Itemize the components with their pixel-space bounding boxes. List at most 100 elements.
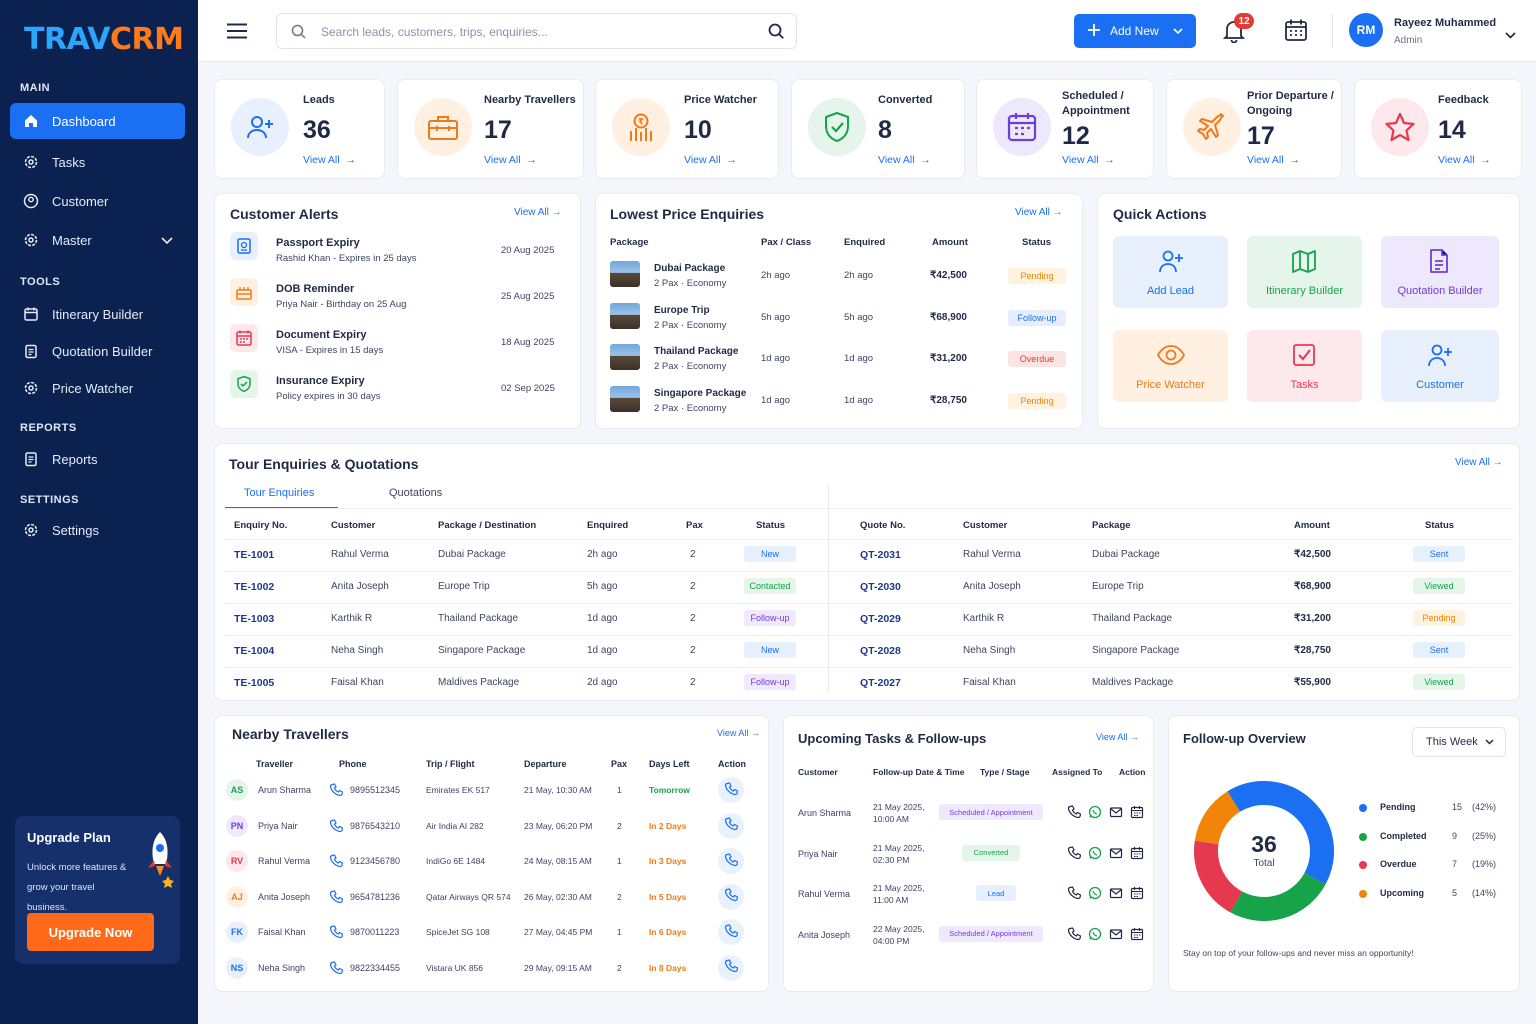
sidebar-item-reports[interactable]: Reports [10, 441, 185, 477]
sidebar-item-tasks[interactable]: Tasks [10, 144, 185, 180]
alert-title[interactable]: DOB Reminder [276, 283, 354, 295]
tab-quotations[interactable]: Quotations [389, 487, 442, 499]
calendar-icon[interactable] [1130, 846, 1144, 863]
quote-number-link[interactable]: QT-2028 [860, 645, 901, 657]
view-all-link[interactable]: View All → [1247, 154, 1300, 166]
mail-icon[interactable] [1109, 927, 1123, 944]
donut-segment-completed[interactable] [1230, 872, 1326, 921]
add-new-button[interactable]: Add New [1074, 14, 1196, 48]
enquiry-number-link[interactable]: TE-1003 [234, 613, 274, 625]
donut-segment-upcoming[interactable] [1194, 791, 1241, 845]
quote-number-link[interactable]: QT-2029 [860, 613, 901, 625]
search-input[interactable]: Search leads, customers, trips, enquirie… [276, 13, 797, 49]
package-name[interactable]: Singapore Package [654, 388, 746, 399]
stat-card-leads[interactable]: Leads 36 View All → [214, 79, 385, 179]
whatsapp-icon[interactable] [1088, 886, 1102, 903]
sidebar-item-dashboard[interactable]: Dashboard [10, 103, 185, 139]
alert-title[interactable]: Passport Expiry [276, 237, 360, 249]
quick-action-quotation-builder[interactable]: Quotation Builder [1381, 236, 1499, 308]
quick-action-customer[interactable]: Customer [1381, 330, 1499, 402]
quote-number-link[interactable]: QT-2031 [860, 549, 901, 561]
package-name[interactable]: Dubai Package [654, 263, 725, 274]
sidebar-item-settings[interactable]: Settings [10, 512, 185, 548]
tab-tour-enquiries[interactable]: Tour Enquiries [244, 487, 314, 499]
chevron-down-icon[interactable] [1505, 28, 1516, 42]
quick-action-itinerary-builder[interactable]: Itinerary Builder [1247, 236, 1362, 308]
upgrade-now-button[interactable]: Upgrade Now [27, 913, 154, 951]
enquiry-number-link[interactable]: TE-1001 [234, 549, 274, 561]
search-submit-icon[interactable] [768, 23, 785, 43]
call-button[interactable] [718, 954, 744, 981]
view-all-link[interactable]: View All → [1096, 732, 1139, 742]
mail-icon[interactable] [1109, 846, 1123, 863]
alert-title[interactable]: Document Expiry [276, 329, 366, 341]
view-all-link[interactable]: View All → [514, 207, 562, 218]
view-all-link[interactable]: View All → [484, 154, 537, 166]
donut-segment-overdue[interactable] [1194, 840, 1243, 913]
calendar-icon[interactable] [1130, 886, 1144, 903]
enquiry-number-link[interactable]: TE-1005 [234, 677, 274, 689]
sidebar-item-master[interactable]: Master [10, 222, 185, 258]
hamburger-menu-icon[interactable] [226, 23, 248, 42]
traveller-name[interactable]: Anita Joseph [258, 892, 310, 902]
avatar[interactable]: RM [1349, 13, 1383, 47]
call-button[interactable] [718, 777, 744, 803]
view-all-link[interactable]: View All → [1062, 154, 1115, 166]
task-customer[interactable]: Rahul Verma [798, 889, 850, 899]
task-customer[interactable]: Anita Joseph [798, 930, 850, 940]
call-button[interactable] [718, 883, 744, 910]
traveller-name[interactable]: Arun Sharma [258, 785, 311, 795]
view-all-link[interactable]: View All → [878, 154, 931, 166]
calendar-icon[interactable] [1130, 927, 1144, 944]
calendar-icon[interactable] [1130, 805, 1144, 822]
enquiry-number-link[interactable]: TE-1004 [234, 645, 274, 657]
view-all-link[interactable]: View All → [303, 154, 356, 166]
sidebar-item-itinerary-builder[interactable]: Itinerary Builder [10, 296, 185, 332]
phone-icon[interactable] [1067, 886, 1082, 903]
view-all-link[interactable]: View All → [684, 154, 737, 166]
package-name[interactable]: Europe Trip [654, 305, 710, 316]
quick-action-add-lead[interactable]: Add Lead [1113, 236, 1228, 308]
stat-card-prior-departure[interactable]: Prior Departure / Ongoing 17 View All → [1166, 79, 1342, 179]
task-customer[interactable]: Arun Sharma [798, 808, 851, 818]
whatsapp-icon[interactable] [1088, 805, 1102, 822]
alert-title[interactable]: Insurance Expiry [276, 375, 365, 387]
period-select[interactable]: This Week [1412, 727, 1506, 757]
quote-number-link[interactable]: QT-2030 [860, 581, 901, 593]
brand-logo[interactable]: TRAVCRM [24, 22, 184, 57]
phone-icon[interactable] [1067, 805, 1082, 822]
traveller-name[interactable]: Priya Nair [258, 821, 298, 831]
traveller-name[interactable]: Neha Singh [258, 963, 305, 973]
view-all-link[interactable]: View All → [717, 728, 760, 738]
traveller-name[interactable]: Faisal Khan [258, 927, 306, 937]
mail-icon[interactable] [1109, 805, 1123, 822]
view-all-link[interactable]: View All → [1438, 154, 1491, 166]
whatsapp-icon[interactable] [1088, 846, 1102, 863]
task-customer[interactable]: Priya Nair [798, 849, 838, 859]
package-name[interactable]: Thailand Package [654, 346, 738, 357]
call-button[interactable] [718, 848, 744, 874]
stat-card-scheduled[interactable]: Scheduled / Appointment 12 View All → [976, 79, 1154, 179]
calendar-icon[interactable] [1284, 18, 1308, 45]
phone-icon[interactable] [1067, 845, 1082, 863]
sidebar-item-price-watcher[interactable]: Price Watcher [10, 370, 185, 406]
mail-icon[interactable] [1109, 886, 1123, 903]
quick-action-price-watcher[interactable]: Price Watcher [1113, 330, 1228, 402]
call-button[interactable] [718, 919, 744, 945]
enquiry-number-link[interactable]: TE-1002 [234, 581, 274, 593]
view-all-link[interactable]: View All → [1455, 457, 1503, 468]
user-name[interactable]: Rayeez Muhammed [1394, 17, 1496, 29]
sidebar-item-customer[interactable]: Customer [10, 183, 185, 219]
call-button[interactable] [718, 812, 744, 839]
stat-card-nearby-travellers[interactable]: Nearby Travellers 17 View All → [397, 79, 584, 179]
traveller-name[interactable]: Rahul Verma [258, 856, 310, 866]
whatsapp-icon[interactable] [1088, 927, 1102, 944]
quote-number-link[interactable]: QT-2027 [860, 677, 901, 689]
stat-card-price-watcher[interactable]: ₹ Price Watcher 10 View All → [595, 79, 779, 179]
sidebar-item-quotation-builder[interactable]: Quotation Builder [10, 333, 185, 369]
phone-icon[interactable] [1067, 926, 1082, 944]
quick-action-tasks[interactable]: Tasks [1247, 330, 1362, 402]
view-all-link[interactable]: View All → [1015, 207, 1063, 218]
stat-card-feedback[interactable]: Feedback 14 View All → [1354, 79, 1522, 179]
stat-card-converted[interactable]: Converted 8 View All → [791, 79, 965, 179]
